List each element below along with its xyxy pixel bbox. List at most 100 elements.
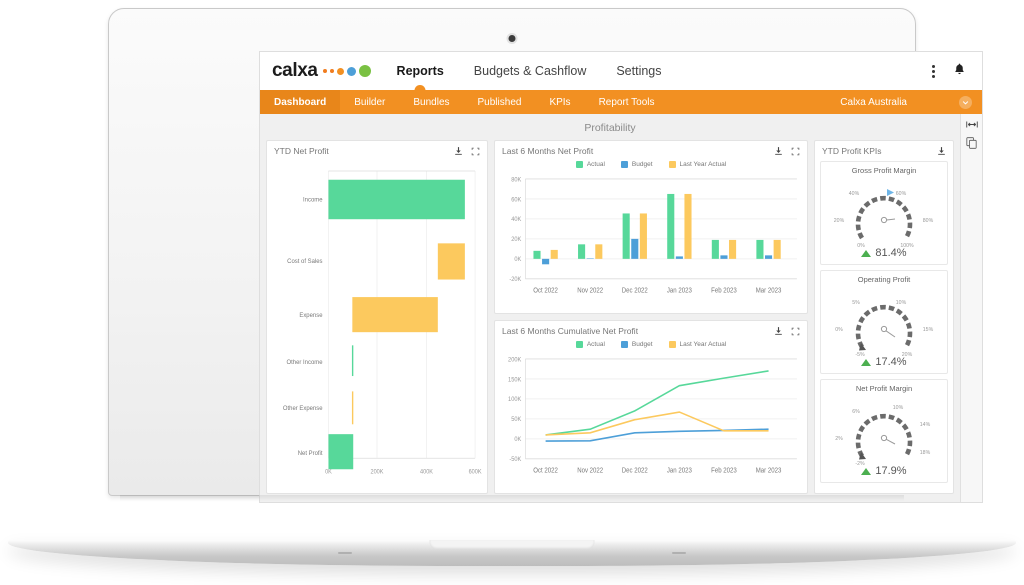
kpi-title: Gross Profit Margin xyxy=(851,166,917,175)
bars-nov-2022 xyxy=(578,244,603,259)
download-icon[interactable] xyxy=(774,146,783,156)
bar-last-year xyxy=(684,193,692,259)
svg-text:Nov 2022: Nov 2022 xyxy=(577,467,603,474)
bars-oct-2022 xyxy=(533,249,558,265)
svg-text:0%: 0% xyxy=(835,327,843,333)
bar-net-profit xyxy=(328,434,354,470)
nav-label: Budgets & Cashflow xyxy=(473,64,587,78)
svg-text:Other Income: Other Income xyxy=(287,359,323,366)
more-vertical-icon[interactable] xyxy=(930,63,937,80)
calxa-logo[interactable]: calxa xyxy=(272,60,371,82)
card-header: YTD Profit KPIs xyxy=(815,141,953,158)
notification-bell-icon[interactable] xyxy=(953,62,966,81)
svg-text:Feb 2023: Feb 2023 xyxy=(711,287,737,294)
svg-text:150K: 150K xyxy=(508,376,521,383)
svg-text:-50K: -50K xyxy=(509,456,521,463)
bar-budget xyxy=(675,256,683,259)
download-icon[interactable] xyxy=(454,146,463,156)
svg-text:200K: 200K xyxy=(508,356,521,363)
gauge-arc xyxy=(855,413,913,458)
gauge-needle xyxy=(880,434,896,445)
kpi-value-row: 17.4% xyxy=(861,356,907,368)
expand-fullscreen-icon[interactable] xyxy=(791,327,800,336)
card-actions xyxy=(937,146,946,156)
column-left: YTD Net Profit Income Cost of Sales Expe… xyxy=(266,140,488,494)
subnav-item-builder[interactable]: Builder xyxy=(340,90,399,114)
legend-label: Budget xyxy=(631,161,653,168)
subnav-item-published[interactable]: Published xyxy=(464,90,536,114)
dashboard-canvas: Profitability YTD Net Profit Income Cost… xyxy=(260,114,960,502)
chevron-down-icon[interactable] xyxy=(959,95,972,109)
svg-text:80K: 80K xyxy=(511,176,521,183)
subnav-item-dashboard[interactable]: Dashboard xyxy=(260,90,341,114)
nav-item-settings[interactable]: Settings xyxy=(616,52,661,90)
svg-text:18%: 18% xyxy=(920,450,931,456)
svg-text:Dec 2022: Dec 2022 xyxy=(622,287,648,294)
category-labels: Income Cost of Sales Expense Other Incom… xyxy=(283,196,323,457)
card-header: Last 6 Months Cumulative Net Profit xyxy=(495,321,807,338)
bar-last-year xyxy=(729,239,737,259)
legend-label: Last Year Actual xyxy=(679,341,727,348)
svg-text:Nov 2022: Nov 2022 xyxy=(577,287,603,294)
line-actual xyxy=(545,370,769,436)
x-axis-ticks: 0K 200K 400K 600K xyxy=(325,469,482,475)
calxa-app: calxa Reports Budgets & Cashflow Setting… xyxy=(260,52,982,502)
svg-text:Mar 2023: Mar 2023 xyxy=(756,467,782,474)
svg-text:100K: 100K xyxy=(508,396,521,403)
waterfall-bars xyxy=(328,179,465,470)
kpi-title: Net Profit Margin xyxy=(855,384,913,393)
y-axis-ticks: 80K 60K 40K 20K 0K -20K xyxy=(509,176,521,283)
column-middle: Last 6 Months Net Profit Actual Budget L… xyxy=(494,140,808,494)
svg-text:0K: 0K xyxy=(514,256,521,263)
svg-text:0K: 0K xyxy=(514,436,521,443)
svg-text:60%: 60% xyxy=(896,191,907,197)
subnav-item-report-tools[interactable]: Report Tools xyxy=(585,90,669,114)
base-detail xyxy=(672,552,686,554)
subnav-item-bundles[interactable]: Bundles xyxy=(399,90,463,114)
organisation-selector[interactable]: Calxa Australia xyxy=(840,95,982,109)
card-ytd-net-profit: YTD Net Profit Income Cost of Sales Expe… xyxy=(266,140,488,494)
column-right: YTD Profit KPIs Gross Profit Margin 20% … xyxy=(814,140,954,494)
expand-fullscreen-icon[interactable] xyxy=(791,147,800,156)
svg-text:20%: 20% xyxy=(834,218,845,224)
download-icon[interactable] xyxy=(774,326,783,336)
bar-last-year xyxy=(639,213,647,259)
right-rail xyxy=(960,114,982,502)
svg-text:Dec 2022: Dec 2022 xyxy=(622,467,648,474)
kpi-operating-profit[interactable]: Operating Profit 0% 5% 10% 15% -5% 20% 1… xyxy=(820,270,948,374)
subnav-label: Published xyxy=(477,96,522,108)
expand-fullscreen-icon[interactable] xyxy=(471,147,480,156)
bar-cost-of-sales xyxy=(437,243,465,280)
svg-text:60K: 60K xyxy=(511,196,521,203)
bar-actual xyxy=(622,213,630,259)
logo-dots-icon xyxy=(322,65,371,77)
subnav-label: Bundles xyxy=(413,96,450,108)
lid-hinge-shadow xyxy=(120,495,904,501)
svg-text:Income: Income xyxy=(303,196,323,203)
svg-text:Jan 2023: Jan 2023 xyxy=(667,287,692,294)
horizontal-resize-icon[interactable] xyxy=(965,120,978,129)
bars-feb-2023 xyxy=(711,239,737,259)
svg-text:Jan 2023: Jan 2023 xyxy=(667,467,692,474)
bar-last-year xyxy=(550,249,558,259)
svg-text:10%: 10% xyxy=(893,405,904,411)
svg-text:600K: 600K xyxy=(469,469,482,475)
workspace: Profitability YTD Net Profit Income Cost… xyxy=(260,114,982,502)
copy-duplicate-icon[interactable] xyxy=(966,137,977,149)
kpi-net-profit-margin[interactable]: Net Profit Margin 2% 6% 10% 14% -2% 18% … xyxy=(820,379,948,483)
trend-up-icon xyxy=(861,467,872,475)
download-icon[interactable] xyxy=(937,146,946,156)
nav-item-reports[interactable]: Reports xyxy=(397,52,444,90)
x-axis-ticks: Oct 2022 Nov 2022 Dec 2022 Jan 2023 Feb … xyxy=(533,467,781,474)
nav-item-budgets-cashflow[interactable]: Budgets & Cashflow xyxy=(474,52,587,90)
svg-text:2%: 2% xyxy=(835,436,843,442)
legend-label: Last Year Actual xyxy=(679,161,727,168)
subnav-item-kpis[interactable]: KPIs xyxy=(535,90,584,114)
bar-other-expense xyxy=(351,391,354,425)
svg-text:Feb 2023: Feb 2023 xyxy=(711,467,737,474)
kpi-gross-profit-margin[interactable]: Gross Profit Margin 20% 40% 60% 80% 0% 1… xyxy=(820,161,948,265)
kpi-value: 81.4% xyxy=(875,247,907,259)
bar-actual xyxy=(533,250,541,259)
legend-item-actual: Actual xyxy=(575,341,605,348)
legend-line-chart: Actual Budget Last Year Actual xyxy=(495,338,807,350)
